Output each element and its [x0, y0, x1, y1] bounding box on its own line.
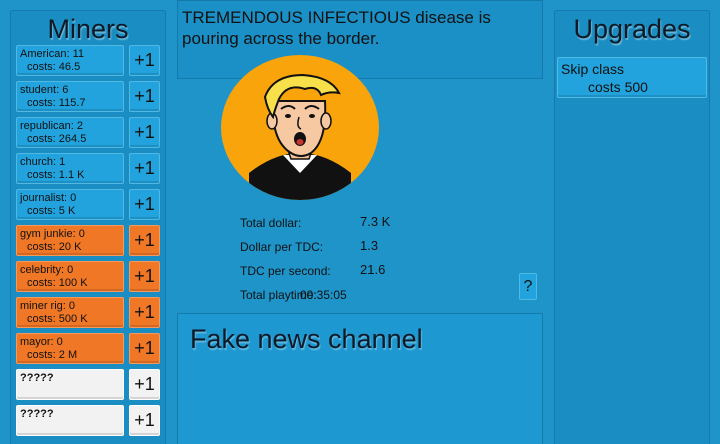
miner-name: ?????	[20, 408, 54, 420]
buy-mayor-button[interactable]: +1	[129, 333, 160, 364]
upgrade-cost: costs 500	[588, 79, 648, 95]
miner-cost: costs: 1.1 K	[27, 169, 85, 181]
upgrades-title: Upgrades	[573, 14, 691, 44]
buy-locked-button[interactable]: +1	[129, 369, 160, 400]
miner-card-republican[interactable]: republican: 2 costs: 264.5	[16, 117, 124, 148]
miner-card-gym-junkie[interactable]: gym junkie: 0 costs: 20 K	[16, 225, 124, 256]
miner-card-locked[interactable]: ?????	[16, 405, 124, 436]
miner-card-celebrity[interactable]: celebrity: 0 costs: 100 K	[16, 261, 124, 292]
miner-name: republican: 2	[20, 120, 83, 132]
stat-total-playtime: Total playtime: 00:35:05	[240, 288, 440, 312]
stats-panel: Total dollar: 7.3 K Dollar per TDC: 1.3 …	[240, 214, 440, 312]
buy-republican-button[interactable]: +1	[129, 117, 160, 148]
game-screen: Miners American: 11 costs: 46.5 +1 stude…	[0, 0, 720, 444]
stat-value: 21.6	[360, 262, 386, 277]
miners-panel: Miners American: 11 costs: 46.5 +1 stude…	[10, 10, 166, 444]
stat-label: Total dollar:	[240, 216, 302, 230]
miner-cost: costs: 46.5	[27, 61, 81, 73]
news-ticker: TREMENDOUS INFECTIOUS disease is pouring…	[177, 0, 543, 79]
miner-row-gym-junkie: gym junkie: 0 costs: 20 K +1	[16, 225, 162, 261]
miner-cost: costs: 264.5	[27, 133, 87, 145]
buy-miner-rig-button[interactable]: +1	[129, 297, 160, 328]
buy-celebrity-button[interactable]: +1	[129, 261, 160, 292]
miner-row-american: American: 11 costs: 46.5 +1	[16, 45, 162, 81]
miner-row-mayor: mayor: 0 costs: 2 M +1	[16, 333, 162, 369]
upgrades-panel: Upgrades Skip class costs 500	[554, 10, 710, 444]
buy-student-button[interactable]: +1	[129, 81, 160, 112]
buy-american-button[interactable]: +1	[129, 45, 160, 76]
miner-row-celebrity: celebrity: 0 costs: 100 K +1	[16, 261, 162, 297]
miner-name: church: 1	[20, 156, 66, 168]
fake-news-channel: Fake news channel	[177, 313, 543, 444]
miner-name: celebrity: 0	[20, 264, 74, 276]
miners-title: Miners	[47, 14, 129, 44]
stat-total-dollar: Total dollar: 7.3 K	[240, 214, 440, 240]
miner-row-church: church: 1 costs: 1.1 K +1	[16, 153, 162, 189]
miner-cost: costs: 100 K	[27, 277, 88, 289]
upgrade-skip-class-button[interactable]: Skip class costs 500	[557, 57, 707, 98]
clicker-button[interactable]	[221, 55, 379, 200]
miner-name: American: 11	[20, 48, 84, 60]
channel-title: Fake news channel	[190, 324, 423, 354]
buy-locked-button[interactable]: +1	[129, 405, 160, 436]
buy-journalist-button[interactable]: +1	[129, 189, 160, 220]
miner-cost: costs: 115.7	[27, 97, 86, 109]
miner-name: ?????	[20, 372, 54, 384]
stat-tdc-per-second: TDC per second: 21.6	[240, 262, 440, 288]
miner-card-student[interactable]: student: 6 costs: 115.7	[16, 81, 124, 112]
buy-church-button[interactable]: +1	[129, 153, 160, 184]
stat-value: 00:35:05	[300, 288, 347, 302]
miner-name: miner rig: 0	[20, 300, 76, 312]
miner-name: gym junkie: 0	[20, 228, 85, 240]
stat-value: 7.3 K	[360, 214, 391, 229]
stat-value: 1.3	[360, 238, 379, 253]
miner-cost: costs: 20 K	[27, 241, 82, 253]
stat-label: Dollar per TDC:	[240, 240, 324, 254]
miner-card-mayor[interactable]: mayor: 0 costs: 2 M	[16, 333, 124, 364]
help-button[interactable]: ?	[519, 273, 537, 300]
miner-row-locked: ????? +1	[16, 405, 162, 441]
miner-name: mayor: 0	[20, 336, 63, 348]
miner-row-miner-rig: miner rig: 0 costs: 500 K +1	[16, 297, 162, 333]
miner-row-journalist: journalist: 0 costs: 5 K +1	[16, 189, 162, 225]
upgrade-name: Skip class	[561, 61, 625, 77]
buy-gym-junkie-button[interactable]: +1	[129, 225, 160, 256]
news-text: TREMENDOUS INFECTIOUS disease is pouring…	[182, 8, 491, 48]
stat-dollar-per-tdc: Dollar per TDC: 1.3	[240, 238, 440, 264]
miner-list: American: 11 costs: 46.5 +1 student: 6 c…	[16, 45, 162, 441]
miner-cost: costs: 5 K	[27, 205, 76, 217]
miner-name: student: 6	[20, 84, 69, 96]
miner-cost: costs: 2 M	[27, 349, 78, 361]
miner-row-republican: republican: 2 costs: 264.5 +1	[16, 117, 162, 153]
miner-card-church[interactable]: church: 1 costs: 1.1 K	[16, 153, 124, 184]
miner-card-american[interactable]: American: 11 costs: 46.5	[16, 45, 124, 76]
miner-card-miner-rig[interactable]: miner rig: 0 costs: 500 K	[16, 297, 124, 328]
miner-cost: costs: 500 K	[27, 313, 88, 325]
miner-name: journalist: 0	[20, 192, 77, 204]
trump-face-icon	[249, 73, 351, 200]
miner-card-locked[interactable]: ?????	[16, 369, 124, 400]
miner-row-student: student: 6 costs: 115.7 +1	[16, 81, 162, 117]
miner-card-journalist[interactable]: journalist: 0 costs: 5 K	[16, 189, 124, 220]
miner-row-locked: ????? +1	[16, 369, 162, 405]
stat-label: TDC per second:	[240, 264, 331, 278]
